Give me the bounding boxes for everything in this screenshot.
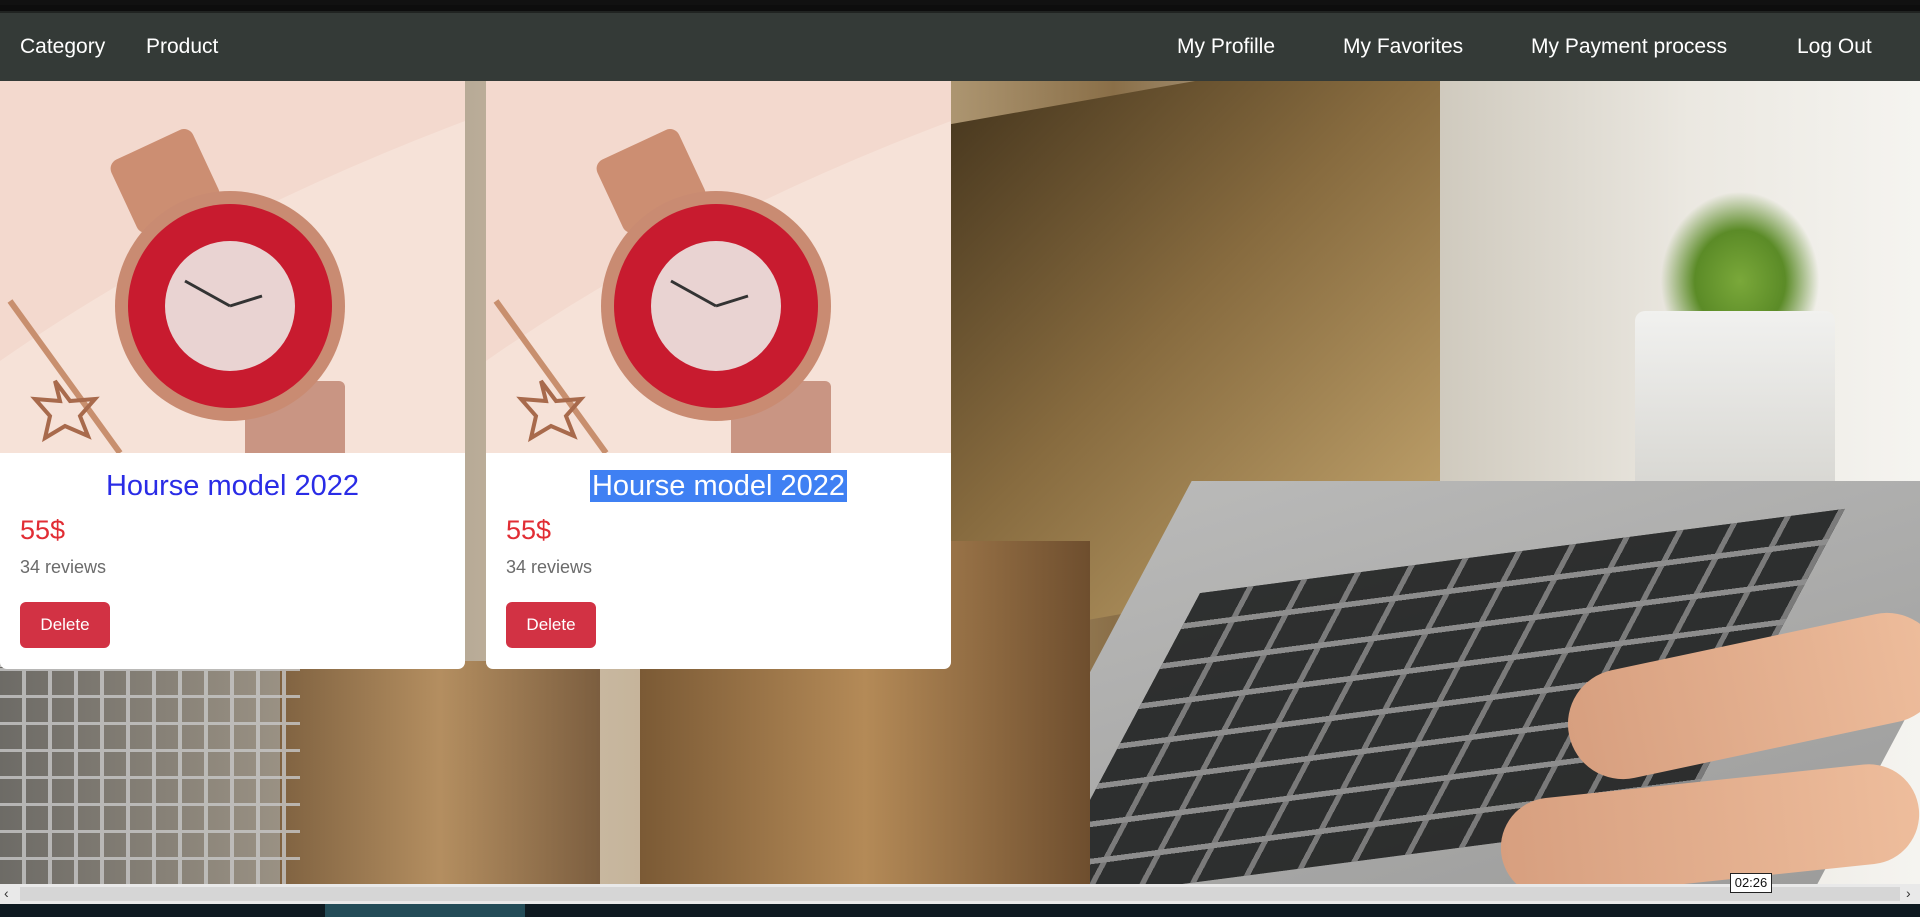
- navbar: Category Product My Profille My Favorite…: [0, 11, 1920, 81]
- paper-bag-back-image: [280, 661, 600, 884]
- nav-product-link[interactable]: Product: [146, 35, 218, 59]
- selected-title-text[interactable]: Hourse model 2022: [589, 470, 848, 502]
- product-price: 55$: [506, 515, 552, 545]
- nav-category-link[interactable]: Category: [20, 35, 105, 59]
- scroll-right-arrow-icon[interactable]: ›: [1906, 885, 1911, 901]
- product-reviews: 34 reviews: [506, 557, 593, 577]
- os-taskbar: [0, 904, 1920, 917]
- nav-my-profile-link[interactable]: My Profille: [1177, 35, 1275, 59]
- watch-icon: [486, 81, 951, 453]
- video-scrub-bar[interactable]: ‹ ›: [0, 884, 1920, 904]
- video-timestamp-tooltip: 02:26: [1730, 873, 1772, 893]
- video-track[interactable]: [20, 887, 1900, 901]
- product-price: 55$: [20, 515, 66, 545]
- product-card: Hourse model 2022 55$ 34 reviews Delete: [486, 81, 951, 669]
- product-card: Hourse model 2022 55$ 34 reviews Delete: [0, 81, 465, 669]
- taskbar-active-app[interactable]: [325, 904, 525, 917]
- product-reviews: 34 reviews: [20, 557, 107, 577]
- shopping-cart-image: [0, 661, 300, 884]
- nav-my-payment-process-link[interactable]: My Payment process: [1531, 35, 1727, 59]
- nav-log-out-link[interactable]: Log Out: [1797, 35, 1872, 59]
- product-image[interactable]: [486, 81, 951, 453]
- delete-button[interactable]: Delete: [506, 602, 596, 648]
- product-image[interactable]: [0, 81, 465, 453]
- delete-button[interactable]: Delete: [20, 602, 110, 648]
- watch-icon: [0, 81, 465, 453]
- product-title[interactable]: Hourse model 2022: [0, 470, 465, 503]
- product-title[interactable]: Hourse model 2022: [486, 470, 951, 503]
- window-top-strip: [0, 0, 1920, 5]
- nav-my-favorites-link[interactable]: My Favorites: [1343, 35, 1463, 59]
- scroll-left-arrow-icon[interactable]: ‹: [4, 885, 9, 901]
